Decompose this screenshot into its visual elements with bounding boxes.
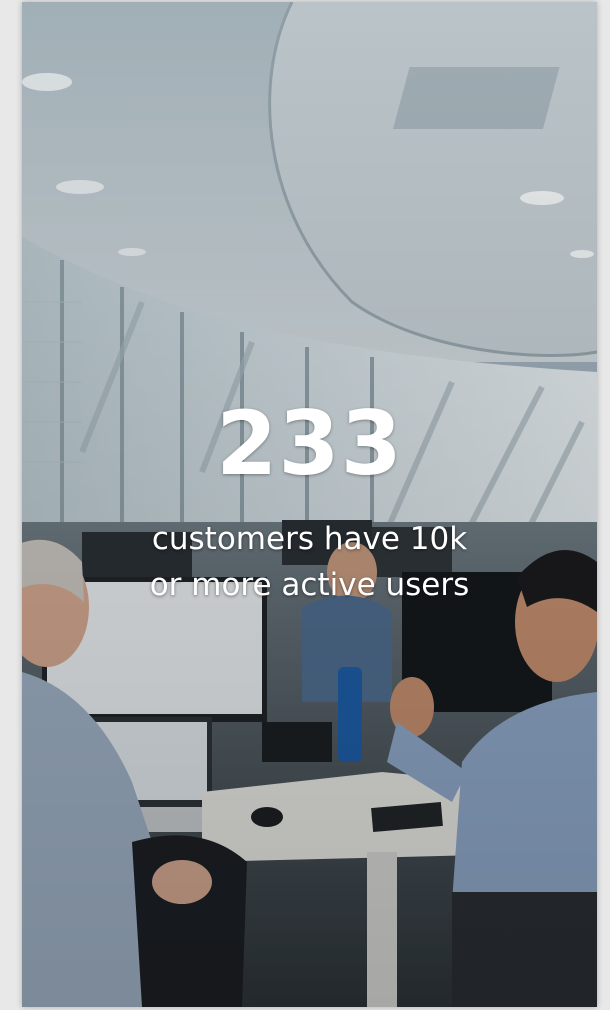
stat-caption-line-2: or more active users — [149, 567, 470, 603]
stat-number: 233 — [216, 392, 403, 495]
stat-caption-line-1: customers have 10k — [151, 521, 468, 557]
stat-card: 233 customers have 10k or more active us… — [22, 2, 597, 1007]
stat-caption: customers have 10k or more active users — [22, 516, 597, 608]
stat-block: 233 customers have 10k or more active us… — [22, 394, 597, 608]
